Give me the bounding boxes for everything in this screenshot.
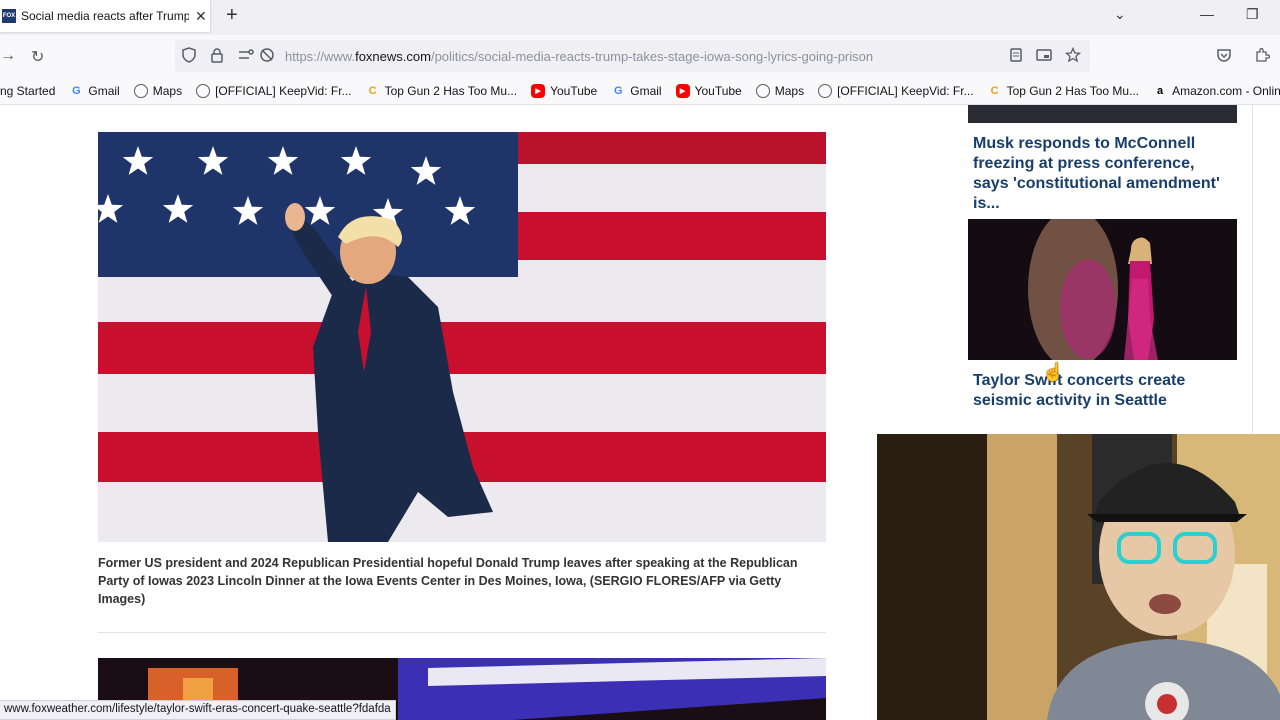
reload-icon[interactable]: ↻ <box>31 47 44 67</box>
bookmark-item[interactable]: ▶ YouTube <box>531 83 598 98</box>
taylor-swift-article-thumbnail[interactable] <box>968 219 1237 360</box>
bookmark-label: [OFFICIAL] KeepVid: Fr... <box>837 83 974 98</box>
web-page: Former US president and 2024 Republican … <box>0 105 1280 720</box>
bookmark-item[interactable]: C Top Gun 2 Has Too Mu... <box>366 84 518 98</box>
musk-article-thumbnail[interactable] <box>968 105 1237 123</box>
bookmark-label: ng Started <box>0 83 56 98</box>
bookmark-label: Gmail <box>630 83 662 98</box>
foxnews-favicon-icon: FOX <box>2 9 16 23</box>
c-icon: C <box>990 84 999 97</box>
picture-in-picture-icon[interactable] <box>1036 47 1052 67</box>
bookmark-item[interactable]: G Gmail <box>69 83 120 98</box>
tab-strip: FOX Social media reacts after Trump ✕ + … <box>0 0 1280 35</box>
google-icon: G <box>613 84 623 97</box>
lock-icon[interactable] <box>209 47 225 67</box>
content-divider <box>98 632 826 633</box>
webcam-overlay <box>877 434 1280 720</box>
forward-icon[interactable]: → <box>0 47 16 65</box>
bookmark-label: Top Gun 2 Has Too Mu... <box>384 83 518 98</box>
list-all-tabs-icon[interactable]: ⌄ <box>1114 6 1126 23</box>
sidebar-headline-taylor-swift[interactable]: Taylor Swift concerts create seismic act… <box>973 371 1233 411</box>
google-icon: G <box>72 84 81 97</box>
close-tab-icon[interactable]: ✕ <box>195 8 207 25</box>
nav-bar: → ↻ https://www.foxnews.com/politics/soc… <box>0 35 1280 77</box>
image-caption: Former US president and 2024 Republican … <box>98 556 798 606</box>
extensions-icon[interactable] <box>1254 47 1271 68</box>
bookmark-item[interactable]: a Amazon.com - Online... <box>1153 84 1280 98</box>
minimize-icon[interactable]: — <box>1200 6 1214 22</box>
status-bar-link: www.foxweather.com/lifestyle/taylor-swif… <box>0 700 396 720</box>
globe-icon: o <box>755 83 770 98</box>
sidebar-headline-musk[interactable]: Musk responds to McConnell freezing at p… <box>973 134 1233 214</box>
tab-title: Social media reacts after Trump <box>21 9 189 23</box>
globe-icon: o <box>818 83 833 98</box>
url-text[interactable]: https://www.foxnews.com/politics/social-… <box>285 49 873 64</box>
bookmark-label: YouTube <box>694 83 742 98</box>
bookmark-item[interactable]: o Maps <box>755 83 805 98</box>
bookmark-item[interactable]: G Gmail <box>611 83 662 98</box>
youtube-icon: ▶ <box>531 83 546 98</box>
bookmark-star-icon[interactable] <box>1064 46 1082 67</box>
c-icon: C <box>368 84 377 97</box>
bookmark-item[interactable]: ▶ YouTube <box>675 83 742 98</box>
article-hero-image[interactable] <box>98 132 826 542</box>
bookmark-label: Amazon.com - Online... <box>1172 83 1280 98</box>
bookmark-label: YouTube <box>550 83 598 98</box>
mouse-cursor-icon: ☝ <box>1042 362 1065 382</box>
restore-icon[interactable]: ❐ <box>1246 6 1259 23</box>
url-bar[interactable]: https://www.foxnews.com/politics/social-… <box>175 40 1090 72</box>
bookmark-item[interactable]: o [OFFICIAL] KeepVid: Fr... <box>818 83 974 98</box>
bookmark-item[interactable]: ng Started <box>0 84 55 98</box>
sidebar-border <box>1252 105 1253 435</box>
bookmark-label: Gmail <box>88 83 120 98</box>
bookmarks-toolbar: ng StartedGGmailoMapso[OFFICIAL] KeepVid… <box>0 77 1280 105</box>
amazon-icon: a <box>1157 84 1164 97</box>
url-path: /politics/social-media-reacts-trump-take… <box>430 49 874 64</box>
bookmark-label: Maps <box>774 83 805 98</box>
bookmark-label: Top Gun 2 Has Too Mu... <box>1006 83 1140 98</box>
permissions-icon[interactable] <box>237 47 255 67</box>
globe-icon: o <box>196 83 211 98</box>
bookmark-label: Maps <box>152 83 183 98</box>
youtube-icon: ▶ <box>675 83 690 98</box>
tracking-shield-icon[interactable] <box>181 47 197 67</box>
reader-view-icon[interactable] <box>1008 47 1024 67</box>
bookmark-label: [OFFICIAL] KeepVid: Fr... <box>215 83 352 98</box>
bookmark-item[interactable]: o Maps <box>133 83 183 98</box>
pocket-icon[interactable] <box>1216 47 1232 68</box>
bookmark-item[interactable]: o [OFFICIAL] KeepVid: Fr... <box>196 83 352 98</box>
bookmark-item[interactable]: C Top Gun 2 Has Too Mu... <box>988 84 1140 98</box>
tab-active[interactable]: FOX Social media reacts after Trump ✕ <box>0 0 210 32</box>
new-tab-button[interactable]: + <box>226 4 238 27</box>
url-host: foxnews.com <box>355 49 431 64</box>
url-prefix: https://www. <box>285 49 356 64</box>
globe-icon: o <box>133 83 148 98</box>
autoplay-blocked-icon[interactable] <box>259 47 275 67</box>
